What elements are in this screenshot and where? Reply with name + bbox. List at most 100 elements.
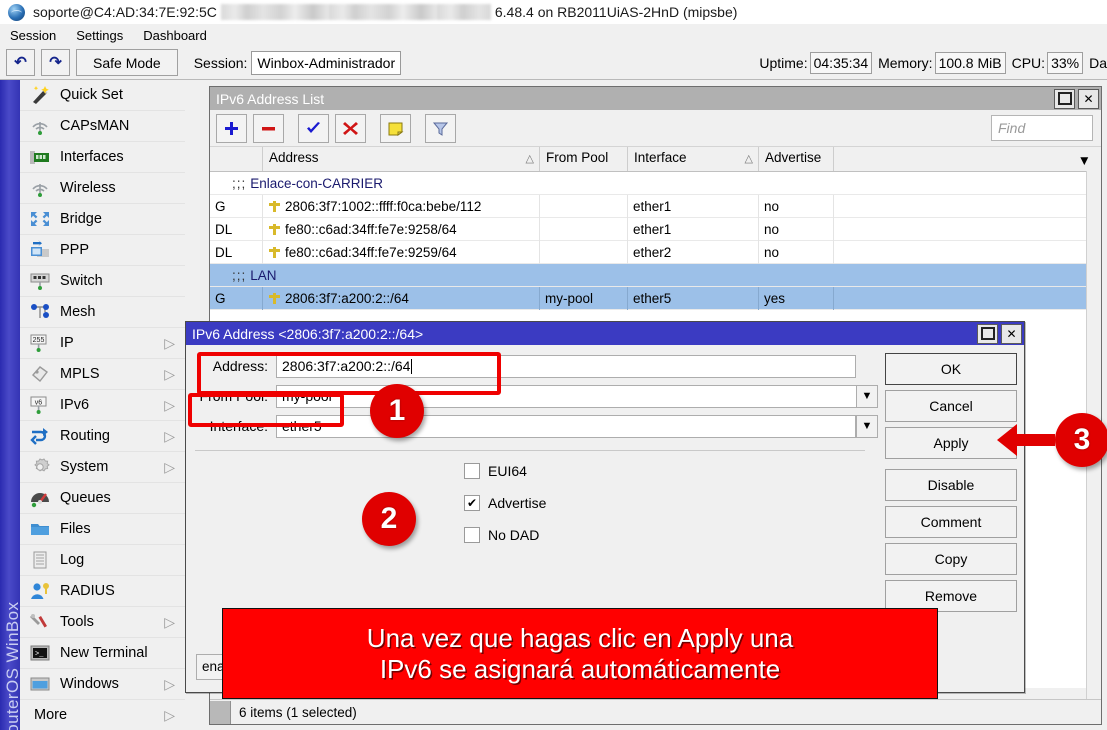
table-row-comment[interactable]: ;;;LAN — [210, 264, 1101, 287]
remove-button[interactable] — [253, 114, 284, 143]
bridge-icon — [26, 208, 54, 230]
menu-item-settings[interactable]: Settings — [66, 26, 133, 45]
no-dad-checkbox[interactable] — [464, 527, 480, 543]
sidebar-item-new-terminal[interactable]: >_ New Terminal — [20, 638, 185, 669]
sidebar-item-label: CAPsMAN — [60, 118, 185, 134]
menu-item-dashboard[interactable]: Dashboard — [133, 26, 217, 45]
session-value[interactable]: Winbox-Administrador — [251, 51, 401, 75]
comment-marker: ;;; — [232, 176, 246, 191]
sidebar-item-label: Interfaces — [60, 149, 185, 165]
cell-spacer — [834, 195, 1099, 218]
list-window-title-bar: IPv6 Address List ✕ — [210, 87, 1101, 110]
comment-text: Enlace-con-CARRIER — [250, 176, 383, 191]
table-row[interactable]: G 2806:3f7:1002::ffff:f0ca:bebe/112 ethe… — [210, 195, 1101, 218]
from-pool-input[interactable]: my-pool — [276, 385, 856, 408]
sidebar-item-switch[interactable]: Switch — [20, 266, 185, 297]
list-toolbar: Find — [210, 110, 1101, 147]
column-header-from-pool[interactable]: From Pool — [540, 147, 628, 171]
sidebar-item-ppp[interactable]: PPP — [20, 235, 185, 266]
memory-label: Memory: — [878, 55, 932, 71]
address-input[interactable]: 2806:3f7:a200:2::/64 — [276, 355, 856, 378]
sidebar-item-files[interactable]: Files — [20, 514, 185, 545]
window-icon — [26, 673, 54, 695]
mesh-icon — [26, 301, 54, 323]
cell-from-pool — [540, 195, 628, 218]
sidebar-item-routing[interactable]: Routing ▷ — [20, 421, 185, 452]
ok-button[interactable]: OK — [885, 353, 1017, 385]
globe-icon — [8, 4, 25, 21]
comment-button[interactable]: Comment — [885, 506, 1017, 538]
sidebar-item-quick-set[interactable]: Quick Set — [20, 80, 185, 111]
interface-input[interactable]: ether5 — [276, 415, 856, 438]
disable-button[interactable] — [335, 114, 366, 143]
enable-button[interactable] — [298, 114, 329, 143]
advertise-checkbox[interactable]: ✔ — [464, 495, 480, 511]
cell-address: fe80::c6ad:34ff:fe7e:9259/64 — [263, 241, 540, 264]
sidebar-menu: Quick Set CAPsMAN Interfaces Wireless — [20, 80, 185, 730]
restore-icon[interactable] — [977, 324, 998, 344]
gear-icon — [26, 456, 54, 478]
address-text: 2806:3f7:1002::ffff:f0ca:bebe/112 — [285, 199, 481, 214]
sidebar-item-ipv6[interactable]: v6 IPv6 ▷ — [20, 390, 185, 421]
sidebar-item-mpls[interactable]: MPLS ▷ — [20, 359, 185, 390]
cell-interface: ether1 — [628, 218, 759, 241]
interface-dropdown-icon[interactable]: ▼ — [856, 415, 878, 438]
cell-from-pool — [540, 241, 628, 264]
copy-button[interactable]: Copy — [885, 543, 1017, 575]
undo-button[interactable]: ↶ — [6, 49, 35, 76]
chevron-right-icon: ▷ — [164, 459, 185, 476]
table-row[interactable]: DL fe80::c6ad:34ff:fe7e:9259/64 ether2 n… — [210, 241, 1101, 264]
sidebar-item-queues[interactable]: Queues — [20, 483, 185, 514]
column-chooser-button[interactable]: ▼ — [834, 147, 1099, 171]
from-pool-dropdown-icon[interactable]: ▼ — [856, 385, 878, 408]
add-button[interactable] — [216, 114, 247, 143]
sidebar-item-log[interactable]: Log — [20, 545, 185, 576]
redo-button[interactable]: ↷ — [41, 49, 70, 76]
list-window-title: IPv6 Address List — [216, 91, 324, 107]
cancel-button[interactable]: Cancel — [885, 390, 1017, 422]
comment-button[interactable] — [380, 114, 411, 143]
routing-icon — [26, 425, 54, 447]
disable-button[interactable]: Disable — [885, 469, 1017, 501]
menu-item-session[interactable]: Session — [0, 26, 66, 45]
callout-line-2: IPv6 se asignará automáticamente — [380, 654, 780, 685]
safe-mode-button[interactable]: Safe Mode — [76, 49, 178, 76]
eui64-checkbox[interactable] — [464, 463, 480, 479]
ppp-icon — [26, 239, 54, 261]
sidebar-item-mesh[interactable]: Mesh — [20, 297, 185, 328]
sidebar-item-label: Quick Set — [60, 87, 185, 103]
sidebar-item-ip[interactable]: 255 IP ▷ — [20, 328, 185, 359]
annotation-badge-2: 2 — [362, 492, 416, 546]
sidebar-item-capsman[interactable]: CAPsMAN — [20, 111, 185, 142]
column-label: Interface — [634, 150, 687, 165]
column-header-address[interactable]: Address △ — [263, 147, 540, 171]
filter-button[interactable] — [425, 114, 456, 143]
uptime-label: Uptime: — [759, 55, 807, 71]
sidebar-item-more[interactable]: More ▷ — [20, 700, 185, 730]
dialog-title-bar: IPv6 Address <2806:3f7:a200:2::/64> ✕ — [186, 322, 1024, 345]
column-header-interface[interactable]: Interface △ — [628, 147, 759, 171]
column-header-flags[interactable] — [210, 147, 263, 171]
restore-icon[interactable] — [1054, 89, 1075, 109]
table-row-comment[interactable]: ;;; Enlace-con-CARRIER — [210, 172, 1101, 195]
close-icon[interactable]: ✕ — [1001, 324, 1022, 344]
apply-button[interactable]: Apply — [885, 427, 1017, 459]
winbox-application: soporte@C4:AD:34:7E:92:5C 6.48.4 on RB20… — [0, 0, 1107, 730]
sidebar-item-tools[interactable]: Tools ▷ — [20, 607, 185, 638]
comment-text: LAN — [250, 268, 276, 283]
list-column-headers: Address △ From Pool Interface △ Advertis… — [210, 147, 1101, 172]
table-row[interactable]: G 2806:3f7:a200:2::/64 my-pool ether5 ye… — [210, 287, 1101, 310]
table-row[interactable]: DL fe80::c6ad:34ff:fe7e:9258/64 ether1 n… — [210, 218, 1101, 241]
find-input[interactable]: Find — [991, 115, 1093, 141]
sidebar-item-wireless[interactable]: Wireless — [20, 173, 185, 204]
sidebar-item-interfaces[interactable]: Interfaces — [20, 142, 185, 173]
column-header-advertise[interactable]: Advertise — [759, 147, 834, 171]
advertise-label: Advertise — [488, 495, 546, 511]
redo-icon: ↷ — [49, 55, 62, 70]
wand-icon — [26, 84, 54, 106]
sidebar-item-windows[interactable]: Windows ▷ — [20, 669, 185, 700]
close-icon[interactable]: ✕ — [1078, 89, 1099, 109]
sidebar-item-radius[interactable]: RADIUS — [20, 576, 185, 607]
sidebar-item-system[interactable]: System ▷ — [20, 452, 185, 483]
sidebar-item-bridge[interactable]: Bridge — [20, 204, 185, 235]
